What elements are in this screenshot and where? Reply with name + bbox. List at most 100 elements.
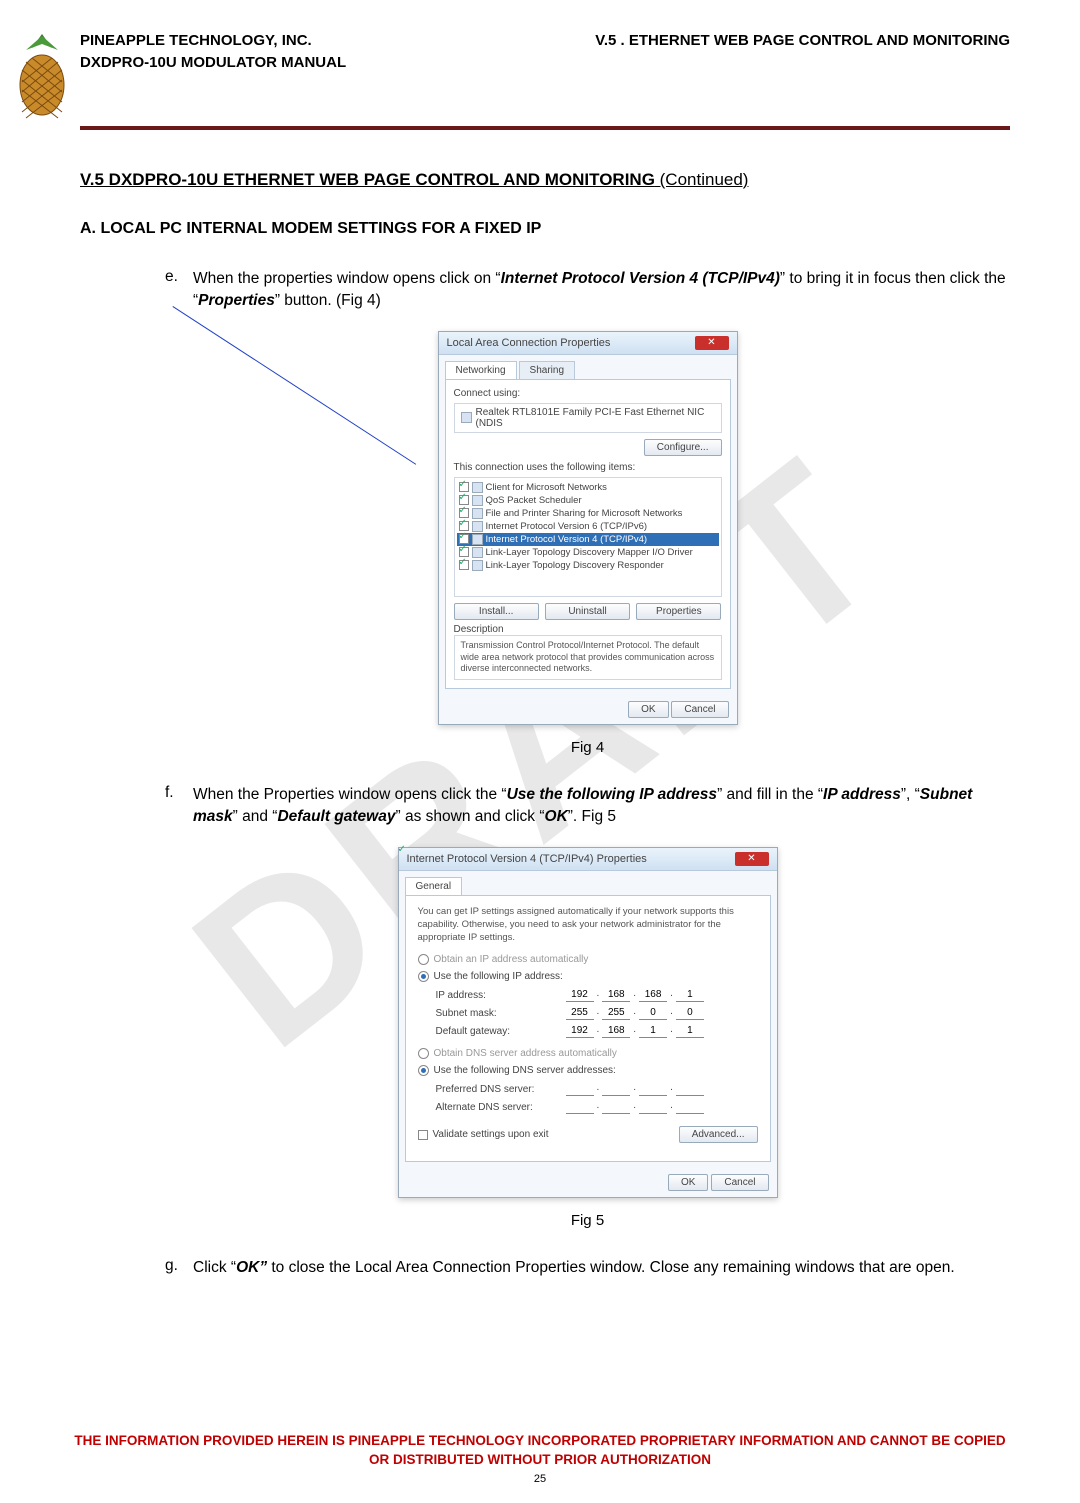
- ip-octet[interactable]: [639, 1100, 667, 1114]
- txt-bold: OK: [545, 808, 568, 825]
- ip-octet[interactable]: [566, 1024, 594, 1038]
- list-item[interactable]: Client for Microsoft Networks: [457, 481, 719, 494]
- close-icon[interactable]: ✕: [735, 852, 769, 866]
- item-icon: [472, 534, 483, 545]
- dialog-titlebar[interactable]: Internet Protocol Version 4 (TCP/IPv4) P…: [399, 848, 777, 871]
- ip-octet[interactable]: [566, 1100, 594, 1114]
- ip-octet[interactable]: [602, 988, 630, 1002]
- ip-octet[interactable]: [676, 1100, 704, 1114]
- install-button[interactable]: Install...: [454, 603, 539, 620]
- figure-5-caption: Fig 5: [165, 1212, 1010, 1229]
- txt-bold: Properties: [198, 292, 275, 309]
- step-e: e. When the properties window opens clic…: [165, 268, 1010, 313]
- item-icon: [472, 521, 483, 532]
- item-text: Internet Protocol Version 4 (TCP/IPv4): [486, 534, 648, 545]
- tab-sharing[interactable]: Sharing: [519, 361, 575, 379]
- checkbox-icon[interactable]: [459, 495, 469, 505]
- uninstall-button[interactable]: Uninstall: [545, 603, 630, 620]
- ip-octet[interactable]: [676, 1006, 704, 1020]
- ip-octet[interactable]: [639, 1082, 667, 1096]
- radio-use-dns[interactable]: Use the following DNS server addresses:: [418, 1065, 758, 1076]
- ip-octet[interactable]: [566, 1082, 594, 1096]
- checkbox-icon[interactable]: [459, 547, 469, 557]
- tab-networking[interactable]: Networking: [445, 361, 517, 379]
- radio-icon[interactable]: [418, 971, 429, 982]
- checkbox-icon[interactable]: [459, 482, 469, 492]
- ip-octet[interactable]: [602, 1100, 630, 1114]
- dialog-footer-buttons: OK Cancel: [399, 1168, 777, 1197]
- validate-checkbox-row[interactable]: Validate settings upon exit Advanced...: [418, 1126, 758, 1143]
- ok-button[interactable]: OK: [668, 1174, 708, 1191]
- gateway-row: Default gateway: . . .: [436, 1024, 758, 1038]
- page: PINEAPPLE TECHNOLOGY, INC. DXDPRO-10U MO…: [0, 0, 1080, 1318]
- item-text: Client for Microsoft Networks: [486, 482, 607, 493]
- dot: .: [594, 1082, 603, 1096]
- dot: .: [630, 1024, 639, 1038]
- checkbox-icon[interactable]: [459, 508, 469, 518]
- dot: .: [667, 1100, 676, 1114]
- tab-general[interactable]: General: [405, 877, 463, 895]
- instruction-list: e. When the properties window opens clic…: [165, 268, 1010, 1280]
- list-item[interactable]: Link-Layer Topology Discovery Responder: [457, 559, 719, 572]
- dialog-titlebar[interactable]: Local Area Connection Properties ✕: [439, 332, 737, 355]
- description-label: Description: [454, 624, 722, 635]
- radio-obtain-ip-auto[interactable]: Obtain an IP address automatically: [418, 954, 758, 965]
- ip-input[interactable]: . . .: [566, 988, 704, 1002]
- checkbox-icon[interactable]: [459, 521, 469, 531]
- list-item[interactable]: File and Printer Sharing for Microsoft N…: [457, 507, 719, 520]
- connection-items-list[interactable]: Client for Microsoft Networks QoS Packet…: [454, 477, 722, 597]
- dot: .: [630, 1100, 639, 1114]
- gw-input[interactable]: . . .: [566, 1024, 704, 1038]
- ip-octet[interactable]: [676, 988, 704, 1002]
- ip-octet[interactable]: [639, 1024, 667, 1038]
- ip-octet[interactable]: [566, 988, 594, 1002]
- dot: .: [594, 1006, 603, 1020]
- cancel-button[interactable]: Cancel: [671, 701, 728, 718]
- ip-octet[interactable]: [639, 1006, 667, 1020]
- step-f-text: When the Properties window opens click t…: [193, 784, 1010, 829]
- alternate-dns-row: Alternate DNS server: . . .: [436, 1100, 758, 1114]
- radio-icon[interactable]: [418, 954, 429, 965]
- ip-octet[interactable]: [676, 1082, 704, 1096]
- list-item[interactable]: Link-Layer Topology Discovery Mapper I/O…: [457, 546, 719, 559]
- document-footer: THE INFORMATION PROVIDED HEREIN IS PINEA…: [0, 1432, 1080, 1487]
- product-name: DXDPRO-10U MODULATOR MANUAL: [80, 52, 346, 74]
- mask-input[interactable]: . . .: [566, 1006, 704, 1020]
- preferred-dns-row: Preferred DNS server: . . .: [436, 1082, 758, 1096]
- txt: ” button. (Fig 4): [275, 292, 381, 309]
- title-continued: (Continued): [655, 170, 749, 189]
- ip-octet[interactable]: [676, 1024, 704, 1038]
- ip-octet[interactable]: [602, 1082, 630, 1096]
- checkbox-icon[interactable]: [459, 534, 469, 544]
- list-item[interactable]: Internet Protocol Version 6 (TCP/IPv6): [457, 520, 719, 533]
- dot: .: [630, 988, 639, 1002]
- ip-octet[interactable]: [602, 1006, 630, 1020]
- close-icon[interactable]: ✕: [695, 336, 729, 350]
- header-right: V.5 . ETHERNET WEB PAGE CONTROL AND MONI…: [595, 30, 1010, 52]
- properties-button[interactable]: Properties: [636, 603, 721, 620]
- ip-octet[interactable]: [639, 988, 667, 1002]
- txt: When the properties window opens click o…: [193, 270, 501, 287]
- checkbox-icon[interactable]: [459, 560, 469, 570]
- ip-octet[interactable]: [602, 1024, 630, 1038]
- item-text: File and Printer Sharing for Microsoft N…: [486, 508, 683, 519]
- configure-button[interactable]: Configure...: [644, 439, 722, 456]
- item-icon: [472, 482, 483, 493]
- radio-label: Obtain an IP address automatically: [434, 954, 589, 965]
- radio-use-ip[interactable]: Use the following IP address:: [418, 971, 758, 982]
- description-text: Transmission Control Protocol/Internet P…: [454, 635, 722, 680]
- connection-uses-label: This connection uses the following items…: [454, 462, 722, 473]
- list-item-selected[interactable]: Internet Protocol Version 4 (TCP/IPv4): [457, 533, 719, 546]
- ip-octet[interactable]: [566, 1006, 594, 1020]
- advanced-button[interactable]: Advanced...: [679, 1126, 758, 1143]
- ok-button[interactable]: OK: [628, 701, 668, 718]
- pref-dns-input[interactable]: . . .: [566, 1082, 704, 1096]
- pref-dns-label: Preferred DNS server:: [436, 1084, 566, 1095]
- header-divider: [80, 126, 1010, 130]
- list-item[interactable]: QoS Packet Scheduler: [457, 494, 719, 507]
- alt-dns-input[interactable]: . . .: [566, 1100, 704, 1114]
- cancel-button[interactable]: Cancel: [711, 1174, 768, 1191]
- radio-icon[interactable]: [418, 1065, 429, 1076]
- proprietary-notice: THE INFORMATION PROVIDED HEREIN IS PINEA…: [0, 1432, 1080, 1470]
- checkbox-icon[interactable]: [418, 1130, 428, 1140]
